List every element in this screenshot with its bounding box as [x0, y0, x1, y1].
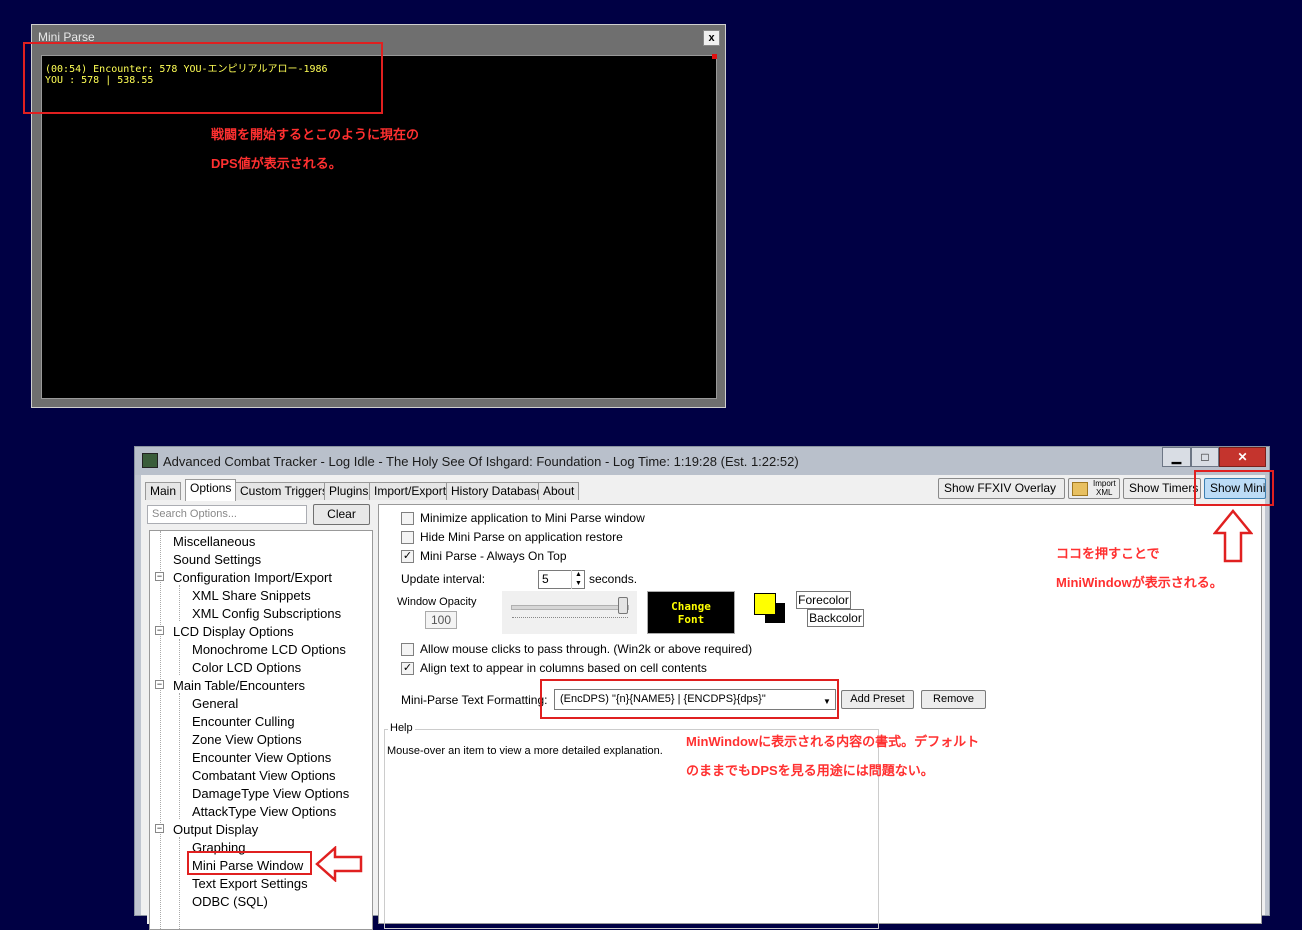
- click-through-checkbox[interactable]: [401, 643, 414, 656]
- tree-guide-line: [179, 639, 181, 675]
- tree-item-odbc-sql[interactable]: ODBC (SQL): [192, 894, 268, 909]
- tab-custom-triggers[interactable]: Custom Triggers: [235, 482, 334, 500]
- opacity-slider[interactable]: [502, 591, 637, 634]
- tree-item-lcd-display-options[interactable]: LCD Display Options: [173, 624, 294, 639]
- show-timers-button[interactable]: Show Timers: [1123, 478, 1201, 499]
- hide-on-restore-checkbox[interactable]: [401, 531, 414, 544]
- tree-guide-line: [179, 693, 181, 819]
- format-note-line1: MinWindowに表示される内容の書式。デフォルト: [686, 734, 980, 749]
- slider-thumb[interactable]: [618, 597, 628, 614]
- spinner-arrows-icon[interactable]: ▲ ▼: [571, 570, 585, 589]
- tree-item-combatant-view-options[interactable]: Combatant View Options: [192, 768, 336, 783]
- arrow-up-icon: [1213, 509, 1253, 563]
- update-interval-label: Update interval:: [401, 572, 486, 586]
- tree-item-attacktype-view-options[interactable]: AttackType View Options: [192, 804, 336, 819]
- arrow-left-icon: [315, 846, 363, 882]
- tree-item-damagetype-view-options[interactable]: DamageType View Options: [192, 786, 349, 801]
- collapse-toggle-icon[interactable]: −: [155, 680, 164, 689]
- mini-parse-tree-highlight-box: [187, 851, 312, 875]
- show-mini-highlight-box: [1194, 470, 1274, 506]
- backcolor-button[interactable]: Backcolor: [807, 609, 864, 627]
- tree-item-zone-view-options[interactable]: Zone View Options: [192, 732, 302, 747]
- change-font-button[interactable]: Change Font: [647, 591, 735, 634]
- hide-on-restore-label: Hide Mini Parse on application restore: [420, 530, 623, 544]
- tree-item-monochrome-lcd[interactable]: Monochrome LCD Options: [192, 642, 346, 657]
- window-maximize-button[interactable]: □: [1191, 447, 1219, 467]
- mini-text-highlight-box: [23, 42, 383, 114]
- always-on-top-checkbox[interactable]: ✓: [401, 550, 414, 563]
- tree-item-encounter-culling[interactable]: Encounter Culling: [192, 714, 295, 729]
- tree-guide-line: [160, 531, 162, 929]
- window-minimize-button[interactable]: ▁: [1162, 447, 1191, 467]
- mini-note-line2: DPS値が表示される。: [211, 156, 342, 171]
- slider-track: [511, 605, 629, 610]
- show-ffxiv-overlay-button[interactable]: Show FFXIV Overlay: [938, 478, 1065, 499]
- tree-item-text-export-settings[interactable]: Text Export Settings: [192, 876, 308, 891]
- forecolor-button[interactable]: Forecolor: [796, 591, 851, 609]
- tab-import-export[interactable]: Import/Export: [369, 482, 452, 500]
- tree-item-color-lcd[interactable]: Color LCD Options: [192, 660, 301, 675]
- showmini-note-line2: MiniWindowが表示される。: [1056, 575, 1223, 590]
- clear-search-button[interactable]: Clear: [313, 504, 370, 525]
- window-close-button[interactable]: ✕: [1219, 447, 1266, 467]
- tree-item-miscellaneous[interactable]: Miscellaneous: [173, 534, 255, 549]
- tab-about[interactable]: About: [538, 482, 580, 500]
- resize-grip-icon[interactable]: [712, 54, 717, 59]
- collapse-toggle-icon[interactable]: −: [155, 824, 164, 833]
- mini-close-button[interactable]: x: [703, 30, 720, 46]
- tree-item-sound-settings[interactable]: Sound Settings: [173, 552, 261, 567]
- align-columns-checkbox[interactable]: ✓: [401, 662, 414, 675]
- format-note-line2: のままでもDPSを見る用途には問題ない。: [686, 763, 934, 778]
- tree-item-xml-config-subscriptions[interactable]: XML Config Subscriptions: [192, 606, 341, 621]
- tab-options[interactable]: Options: [185, 479, 237, 501]
- forecolor-swatch[interactable]: [754, 593, 776, 615]
- mini-note-line1: 戦闘を開始するとこのように現在の: [211, 127, 420, 142]
- import-xml-line2: XML: [1096, 488, 1113, 497]
- seconds-label: seconds.: [589, 572, 638, 586]
- change-font-line2: Font: [677, 613, 705, 626]
- tree-item-output-display[interactable]: Output Display: [173, 822, 258, 837]
- collapse-toggle-icon[interactable]: −: [155, 626, 164, 635]
- click-through-label: Allow mouse clicks to pass through. (Win…: [420, 642, 753, 656]
- slider-ticks: [512, 617, 628, 622]
- help-groupbox: [384, 729, 879, 929]
- tree-item-encounter-view-options[interactable]: Encounter View Options: [192, 750, 331, 765]
- collapse-toggle-icon[interactable]: −: [155, 572, 164, 581]
- search-options-input[interactable]: Search Options...: [147, 505, 307, 524]
- tab-history-database[interactable]: History Database: [446, 482, 549, 500]
- remove-preset-button[interactable]: Remove: [921, 690, 986, 709]
- tree-item-xml-share-snippets[interactable]: XML Share Snippets: [192, 588, 311, 603]
- align-columns-label: Align text to appear in columns based on…: [420, 661, 707, 675]
- tree-item-config-import-export[interactable]: Configuration Import/Export: [173, 570, 332, 585]
- import-xml-button[interactable]: Import XML: [1068, 478, 1120, 499]
- change-font-line1: Change: [671, 600, 711, 613]
- minimize-to-mini-checkbox[interactable]: [401, 512, 414, 525]
- format-label: Mini-Parse Text Formatting:: [401, 693, 548, 707]
- help-legend: Help: [388, 722, 415, 734]
- always-on-top-label: Mini Parse - Always On Top: [420, 549, 567, 563]
- act-titlebar[interactable]: Advanced Combat Tracker - Log Idle - The…: [135, 447, 1269, 475]
- folder-icon: [1072, 482, 1088, 496]
- tab-plugins[interactable]: Plugins: [324, 482, 374, 500]
- opacity-value: 100: [425, 611, 457, 629]
- window-opacity-label: Window Opacity: [397, 596, 477, 608]
- import-xml-line1: Import: [1093, 479, 1116, 488]
- format-highlight-box: [540, 679, 839, 719]
- tab-main[interactable]: Main: [145, 482, 182, 500]
- minimize-to-mini-label: Minimize application to Mini Parse windo…: [420, 511, 645, 525]
- showmini-note-line1: ココを押すことで: [1056, 546, 1160, 561]
- tree-item-main-table-encounters[interactable]: Main Table/Encounters: [173, 678, 305, 693]
- tree-guide-line: [179, 837, 181, 929]
- act-window-title: Advanced Combat Tracker - Log Idle - The…: [163, 454, 799, 469]
- act-app-icon: [142, 453, 158, 468]
- add-preset-button[interactable]: Add Preset: [841, 690, 914, 709]
- tree-item-general[interactable]: General: [192, 696, 238, 711]
- help-text: Mouse-over an item to view a more detail…: [387, 745, 663, 757]
- tree-guide-line: [179, 585, 181, 621]
